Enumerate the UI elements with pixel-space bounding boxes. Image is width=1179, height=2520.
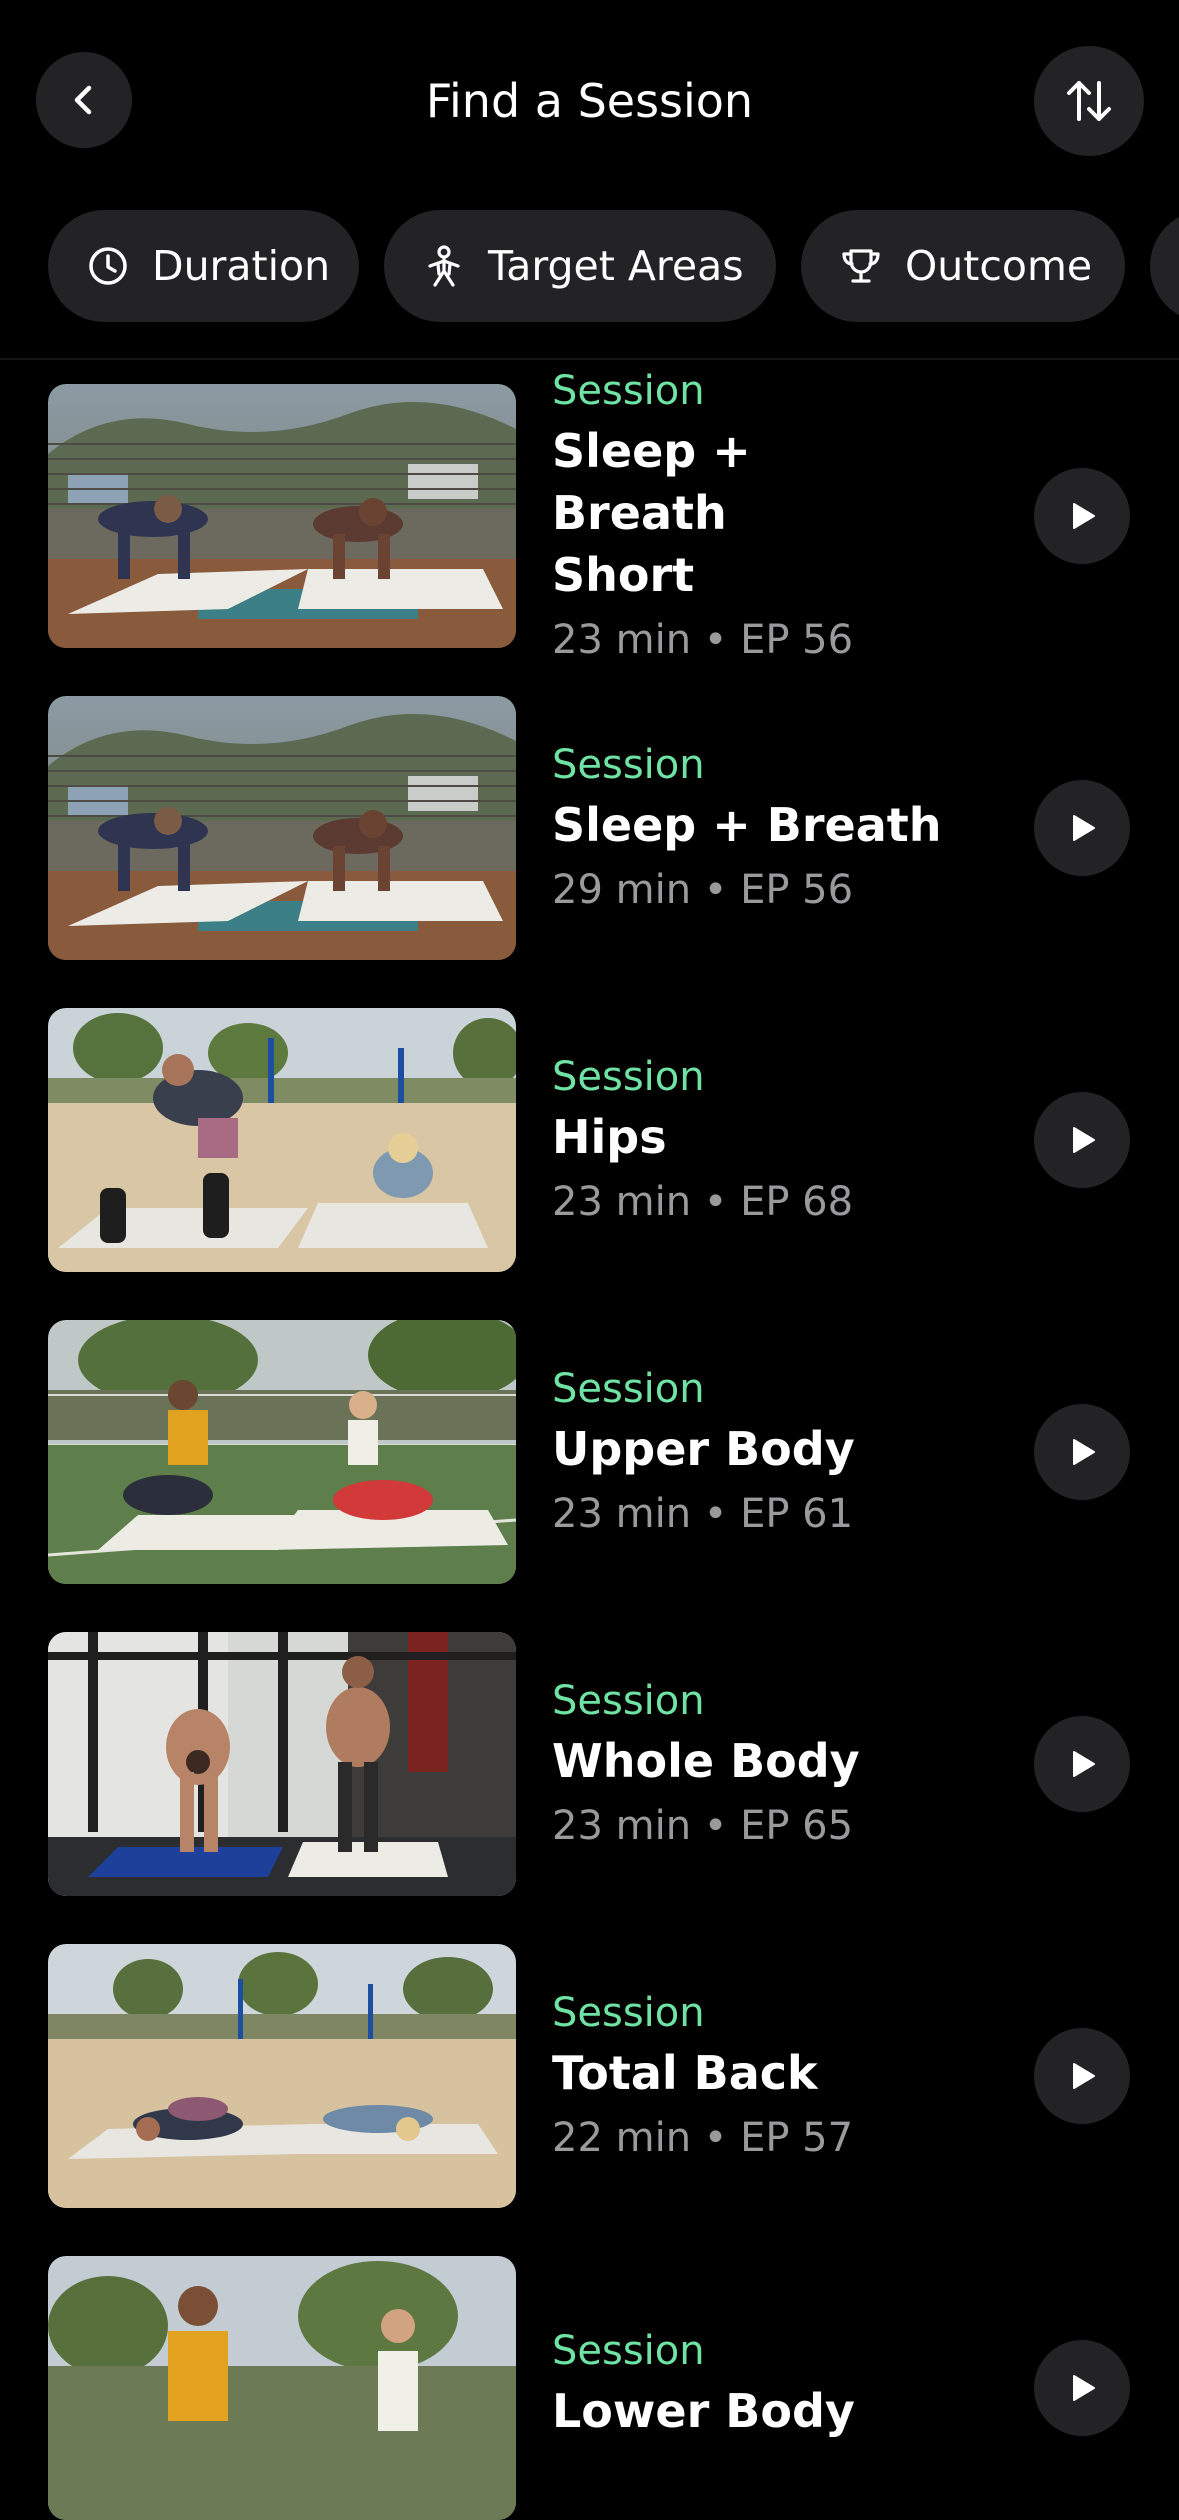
session-title: Hips [552, 1110, 667, 1164]
session-info: Session Lower Body [552, 2256, 1012, 2520]
session-row[interactable]: Session Upper Body 23 min • EP 61 [0, 1320, 1179, 1584]
session-info: Session Sleep + Breath 29 min • EP 56 [552, 696, 1012, 960]
play-button[interactable] [1034, 1716, 1130, 1812]
session-meta: 23 min • EP 65 [552, 1803, 854, 1849]
session-title: Whole Body [552, 1734, 860, 1788]
session-thumbnail[interactable] [48, 2256, 516, 2520]
session-kind: Session [552, 2328, 705, 2374]
page-title: Find a Session [425, 74, 754, 128]
session-row[interactable]: Session Lower Body [0, 2256, 1179, 2520]
divider [0, 358, 1179, 360]
session-kind: Session [552, 1054, 705, 1100]
session-thumbnail[interactable] [48, 696, 516, 960]
session-kind: Session [552, 1678, 705, 1724]
filter-more[interactable] [1150, 210, 1179, 322]
trophy-icon [839, 244, 883, 288]
play-button[interactable] [1034, 780, 1130, 876]
session-thumbnail[interactable] [48, 1944, 516, 2208]
session-meta: 23 min • EP 61 [552, 1491, 854, 1537]
session-title: Sleep + Breath [552, 798, 942, 852]
session-thumbnail[interactable] [48, 384, 516, 648]
filter-bar: Duration Target Areas Outcome [0, 208, 1179, 324]
session-kind: Session [552, 1366, 705, 1412]
play-icon [1073, 2375, 1095, 2401]
sort-arrows-icon [1067, 81, 1111, 121]
sort-button[interactable] [1034, 46, 1144, 156]
filter-label: Duration [152, 242, 331, 290]
session-kind: Session [552, 368, 705, 414]
play-icon [1073, 1439, 1095, 1465]
session-info: Session Hips 23 min • EP 68 [552, 1008, 1012, 1272]
session-kind: Session [552, 742, 705, 788]
play-icon [1073, 815, 1095, 841]
filter-target-areas[interactable]: Target Areas [384, 210, 776, 322]
session-row[interactable]: Session Sleep + Breath Short 23 min • EP 5… [0, 368, 1179, 663]
back-button[interactable] [36, 52, 132, 148]
session-thumbnail[interactable] [48, 1632, 516, 1896]
session-info: Session Whole Body 23 min • EP 65 [552, 1632, 1012, 1896]
filter-outcome[interactable]: Outcome [801, 210, 1125, 322]
session-title: Sleep + Breath Short [552, 424, 751, 602]
session-info: Session Total Back 22 min • EP 57 [552, 1944, 1012, 2208]
session-info: Session Sleep + Breath Short 23 min • EP 5… [552, 368, 1012, 663]
chevron-left-icon [74, 85, 92, 115]
play-icon [1073, 1751, 1095, 1777]
filter-label: Outcome [905, 242, 1093, 290]
session-thumbnail[interactable] [48, 1320, 516, 1584]
session-title: Upper Body [552, 1422, 855, 1476]
session-row[interactable]: Session Total Back 22 min • EP 57 [0, 1944, 1179, 2208]
play-button[interactable] [1034, 1092, 1130, 1188]
play-button[interactable] [1034, 2340, 1130, 2436]
session-info: Session Upper Body 23 min • EP 61 [552, 1320, 1012, 1584]
filter-label: Target Areas [488, 242, 744, 290]
session-thumbnail[interactable] [48, 1008, 516, 1272]
session-title: Lower Body [552, 2384, 855, 2438]
session-row[interactable]: Session Hips 23 min • EP 68 [0, 1008, 1179, 1272]
play-icon [1073, 2063, 1095, 2089]
session-kind: Session [552, 1990, 705, 2036]
session-row[interactable]: Session Sleep + Breath 29 min • EP 56 [0, 696, 1179, 960]
session-meta: 22 min • EP 57 [552, 2115, 854, 2161]
session-meta: 23 min • EP 56 [552, 617, 854, 663]
play-icon [1073, 1127, 1095, 1153]
play-button[interactable] [1034, 468, 1130, 564]
session-row[interactable]: Session Whole Body 23 min • EP 65 [0, 1632, 1179, 1896]
play-button[interactable] [1034, 2028, 1130, 2124]
play-button[interactable] [1034, 1404, 1130, 1500]
session-meta: 29 min • EP 56 [552, 867, 854, 913]
play-icon [1073, 503, 1095, 529]
session-title: Total Back [552, 2046, 818, 2100]
filter-duration[interactable]: Duration [48, 210, 359, 322]
body-figure-icon [422, 244, 466, 288]
header: Find a Session [0, 0, 1179, 200]
clock-icon [86, 244, 130, 288]
session-meta: 23 min • EP 68 [552, 1179, 854, 1225]
